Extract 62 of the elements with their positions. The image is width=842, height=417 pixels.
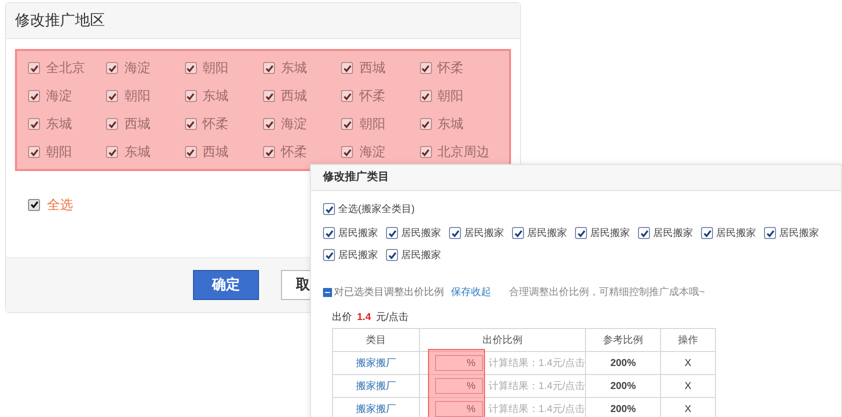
dialog-title: 修改推广地区 [15,10,105,32]
table-cell: 200% [586,352,660,374]
category-link[interactable]: 搬家搬厂 [332,398,420,417]
region-label: 海淀 [124,59,150,78]
adjust-label: 对已选类目调整出价比例 [334,286,444,300]
bid-unit: 元/点击 [376,310,409,324]
region-label: 东城 [46,115,72,134]
ratio-input[interactable]: % [434,401,483,417]
region-label: 朝阳 [359,115,386,134]
delete-button[interactable]: X [660,352,716,374]
collapse-link[interactable]: 保存收起 [451,284,491,300]
ratio-input[interactable]: % [434,355,483,371]
category-label: 居民搬家 [464,226,504,240]
category-label: 居民搬家 [338,226,378,240]
column-header: 类目 [332,328,420,352]
region-label: 东城 [438,115,464,134]
calc-result: 计算结果：1.4元/点击 [488,380,586,394]
column-header: 参考比例 [586,328,660,352]
delete-button[interactable]: X [660,374,716,398]
region-label: 朝阳 [202,59,229,78]
select-all-label: 全选(搬家全类目) [338,202,415,216]
column-header: 出价比例 [419,328,586,352]
region-label: 怀柔 [281,143,307,162]
category-label: 居民搬家 [779,226,819,240]
region-label: 北京周边 [438,143,490,162]
region-label: 朝阳 [124,87,150,106]
region-label: 怀柔 [202,115,229,134]
region-label: 海淀 [46,87,72,106]
region-label: 怀柔 [359,87,386,106]
region-label: 朝阳 [46,143,72,162]
region-label: 西城 [359,59,386,78]
category-label: 居民搬家 [338,248,378,262]
category-link[interactable]: 搬家搬厂 [332,374,420,398]
region-label: 海淀 [359,143,386,162]
category-label: 居民搬家 [527,226,567,240]
dialog-title: 修改推广类目 [323,170,389,186]
table-cell: 200% [586,374,660,398]
calc-result: 计算结果：1.4元/点击 [488,402,586,416]
region-label: 东城 [281,59,307,78]
category-label: 居民搬家 [401,226,441,240]
dialog-button[interactable]: 确定 [193,270,259,300]
region-label: 海淀 [281,115,307,134]
category-label: 居民搬家 [401,248,441,262]
category-label: 居民搬家 [653,226,693,240]
category-link[interactable]: 搬家搬厂 [332,352,420,374]
region-label: 东城 [124,143,150,162]
region-label: 朝阳 [438,87,464,106]
category-label: 居民搬家 [590,226,630,240]
select-all-label: 全选 [47,196,73,214]
region-label: 西城 [124,115,150,134]
region-label: 西城 [202,143,229,162]
region-label: 西城 [281,87,307,106]
column-header: 操作 [660,328,716,352]
region-label: 东城 [202,87,229,106]
region-label: 全北京 [46,59,85,78]
bid-label: 出价 [332,310,352,324]
ratio-input[interactable]: % [434,378,483,394]
category-label: 居民搬家 [716,226,756,240]
bid-value: 1.4 [357,310,371,324]
hint-text: 合理调整出价比例，可精细控制推广成本哦~ [509,286,705,300]
calc-result: 计算结果：1.4元/点击 [488,356,586,370]
region-label: 怀柔 [438,59,464,78]
